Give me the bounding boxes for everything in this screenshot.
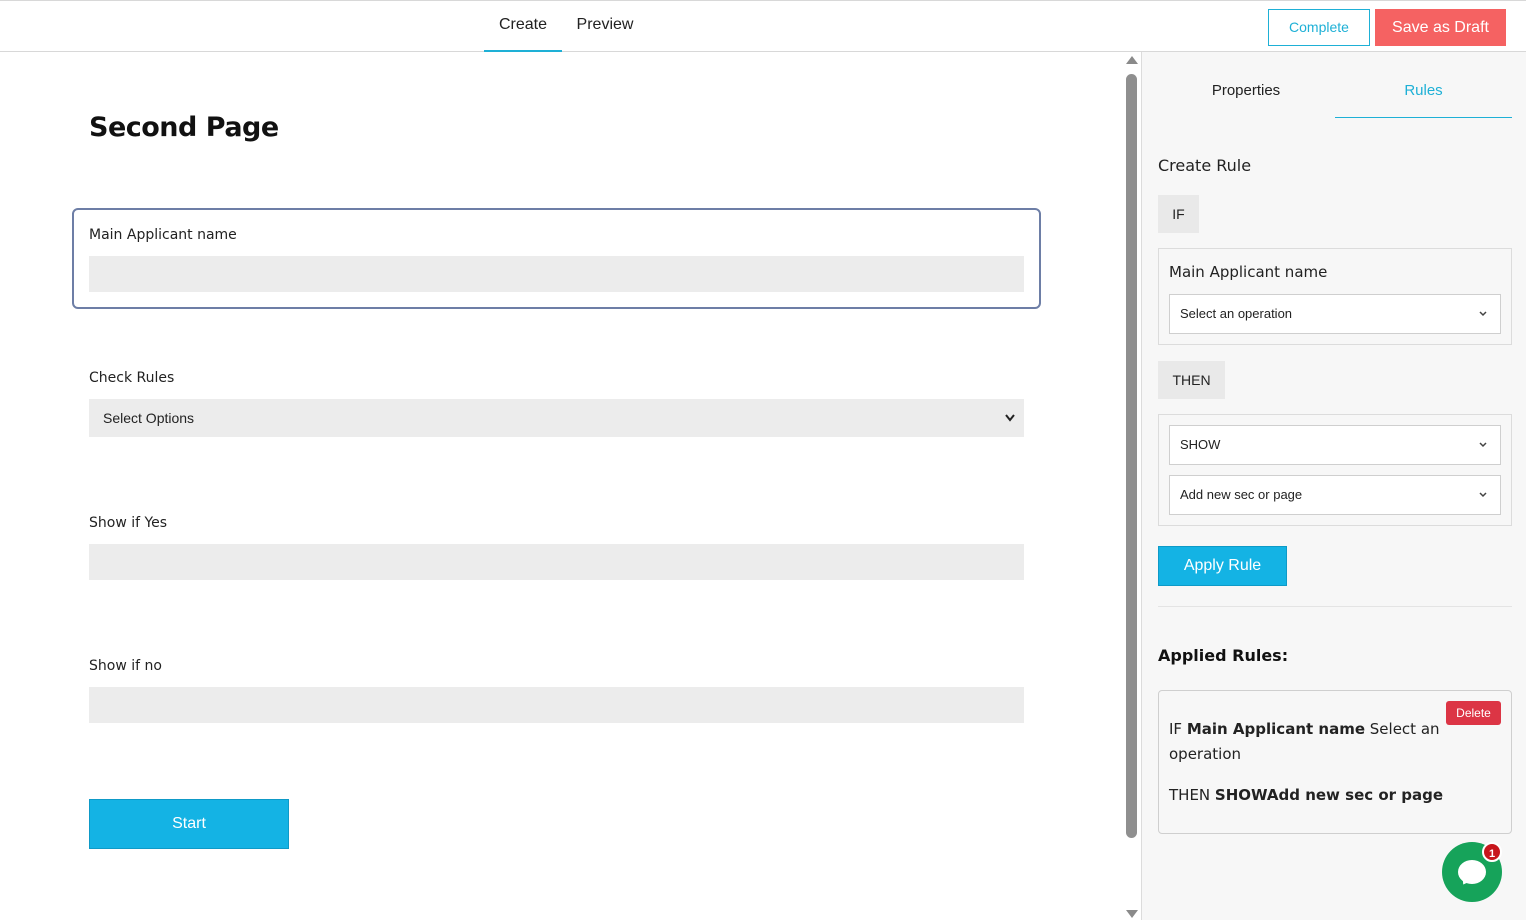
applied-rule-if-prefix: IF (1169, 720, 1183, 738)
chat-launcher-button[interactable]: 1 (1442, 842, 1502, 902)
divider (1158, 606, 1512, 607)
main-applicant-input[interactable] (89, 256, 1024, 292)
scroll-thumb[interactable] (1126, 74, 1137, 838)
operation-select[interactable]: Select an operation (1169, 294, 1501, 334)
chevron-down-icon (1478, 426, 1488, 480)
target-select[interactable]: Add new sec or page (1169, 475, 1501, 515)
field-label-show-if-yes: Show if Yes (89, 515, 168, 531)
scroll-down-arrow-icon[interactable] (1126, 910, 1138, 918)
complete-button[interactable]: Complete (1268, 9, 1370, 46)
tab-create[interactable]: Create (484, 1, 562, 52)
chevron-down-icon (1004, 399, 1016, 451)
applied-rule-then-line: THEN SHOWAdd new sec or page (1169, 783, 1443, 808)
applied-rule-card: Delete IF Main Applicant name Select an … (1158, 690, 1512, 834)
field-label-check-rules: Check Rules (89, 370, 175, 386)
chevron-down-icon (1478, 476, 1488, 530)
action-select[interactable]: SHOW (1169, 425, 1501, 465)
field-label-show-if-no: Show if no (89, 658, 162, 674)
start-button[interactable]: Start (89, 799, 289, 849)
form-canvas: Second Page Main Applicant name Check Ru… (0, 52, 1124, 920)
applied-rules-title: Applied Rules: (1158, 646, 1289, 665)
applied-rule-if-line: IF Main Applicant name Select an (1169, 717, 1440, 742)
main-scrollbar[interactable] (1124, 52, 1140, 920)
tab-properties[interactable]: Properties (1158, 74, 1334, 118)
scroll-up-arrow-icon[interactable] (1126, 56, 1138, 64)
rules-panel: Properties Rules Create Rule IF Main App… (1141, 52, 1526, 920)
check-rules-select-value: Select Options (103, 410, 195, 426)
then-action-box: SHOW Add new sec or page (1158, 414, 1512, 526)
applied-rule-if-operation: Select an (1369, 720, 1440, 738)
check-rules-select[interactable]: Select Options (89, 399, 1024, 437)
show-if-no-input[interactable] (89, 687, 1024, 723)
show-if-yes-input[interactable] (89, 544, 1024, 580)
operation-select-value: Select an operation (1180, 306, 1293, 321)
if-chip: IF (1158, 195, 1199, 233)
action-select-value: SHOW (1180, 437, 1221, 452)
applied-rule-if-line-cont: operation (1169, 745, 1242, 763)
applied-rule-then-prefix: THEN (1169, 786, 1211, 804)
tab-preview[interactable]: Preview (568, 1, 642, 52)
target-select-value: Add new sec or page (1180, 487, 1303, 502)
if-condition-box: Main Applicant name Select an operation (1158, 248, 1512, 345)
chat-notification-badge: 1 (1482, 842, 1502, 862)
chevron-down-icon (1478, 295, 1488, 349)
delete-rule-button[interactable]: Delete (1446, 701, 1501, 725)
then-chip: THEN (1158, 361, 1225, 399)
applied-rule-if-field: Main Applicant name (1186, 720, 1365, 738)
save-as-draft-button[interactable]: Save as Draft (1375, 9, 1506, 46)
apply-rule-button[interactable]: Apply Rule (1158, 546, 1287, 586)
applied-rule-then-value: SHOWAdd new sec or page (1214, 786, 1444, 804)
field-label-main-applicant: Main Applicant name (89, 227, 237, 243)
page-title: Second Page (89, 112, 279, 143)
top-bar: Create Preview Complete Save as Draft (0, 0, 1526, 52)
create-rule-title: Create Rule (1158, 156, 1252, 175)
tab-rules[interactable]: Rules (1335, 74, 1512, 118)
if-field-name: Main Applicant name (1169, 263, 1328, 281)
